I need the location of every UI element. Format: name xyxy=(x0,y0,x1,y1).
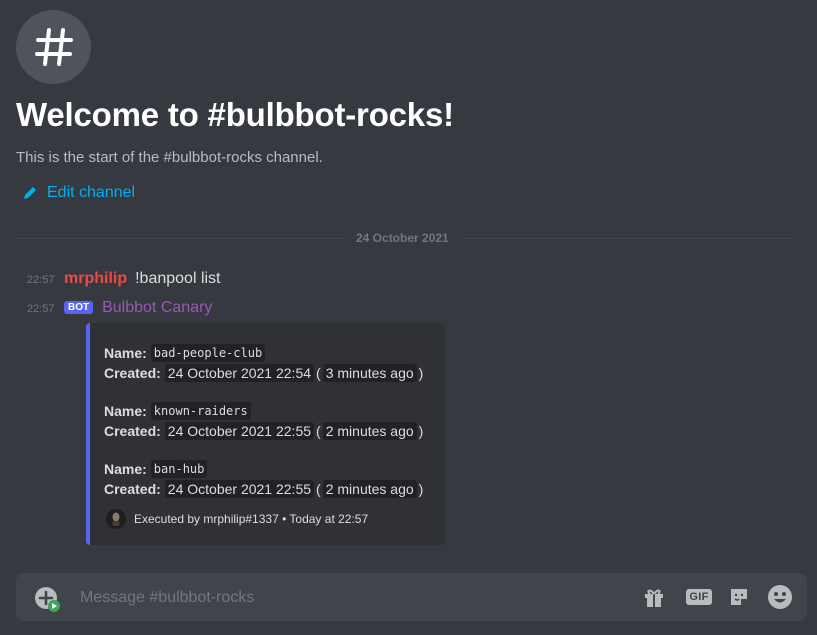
bot-badge: BOT xyxy=(64,301,94,314)
banpool-entry: Name: known-raiders Created: 24 October … xyxy=(104,402,424,440)
banpool-entry: Name: ban-hub Created: 24 October 2021 2… xyxy=(104,460,424,498)
created-label: Created: xyxy=(104,423,161,439)
gif-icon: GIF xyxy=(686,589,712,605)
created-date[interactable]: 24 October 2021 22:55 xyxy=(164,422,315,440)
created-relative: 3 minutes ago xyxy=(322,364,417,382)
message-row: 22:57 mrphilip !banpool list xyxy=(27,270,221,288)
message-author[interactable]: mrphilip xyxy=(64,270,127,288)
user-avatar-icon xyxy=(112,512,120,526)
pencil-icon xyxy=(24,187,36,199)
executor-avatar xyxy=(106,509,126,529)
banpool-name: known-raiders xyxy=(150,402,251,420)
name-label: Name: xyxy=(104,403,147,419)
gift-icon xyxy=(645,589,663,607)
created-label: Created: xyxy=(104,365,161,381)
emoji-button[interactable] xyxy=(766,583,794,611)
embed-footer: Executed by mrphilip#1337 • Today at 22:… xyxy=(106,509,368,529)
message-timestamp[interactable]: 22:57 xyxy=(27,274,64,286)
emoji-icon xyxy=(768,585,792,609)
hashtag-icon xyxy=(34,28,73,66)
edit-channel-label: Edit channel xyxy=(47,184,136,201)
add-attachment-icon xyxy=(35,587,60,612)
created-date[interactable]: 24 October 2021 22:55 xyxy=(164,480,315,498)
gift-button[interactable] xyxy=(640,583,668,611)
welcome-title: Welcome to #bulbbot-rocks! xyxy=(16,96,454,133)
banpool-entry: Name: bad-people-club Created: 24 Octobe… xyxy=(104,344,424,382)
sticker-icon xyxy=(731,589,747,605)
gif-button[interactable]: GIF xyxy=(684,583,714,611)
created-relative: 2 minutes ago xyxy=(322,480,417,498)
name-label: Name: xyxy=(104,345,147,361)
created-label: Created: xyxy=(104,481,161,497)
message-timestamp[interactable]: 22:57 xyxy=(27,303,64,315)
sticker-button[interactable] xyxy=(725,583,753,611)
banpool-name: ban-hub xyxy=(150,460,208,478)
message-author[interactable]: Bulbbot Canary xyxy=(102,299,212,317)
name-label: Name: xyxy=(104,461,147,477)
message-input[interactable] xyxy=(78,586,602,610)
channel-hash-avatar xyxy=(16,10,91,84)
add-attachment-button[interactable] xyxy=(34,586,60,612)
date-divider: 24 October 2021 xyxy=(344,231,461,245)
bot-message-row: 22:57 BOT Bulbbot Canary xyxy=(27,299,212,317)
message-composer: GIF xyxy=(16,573,807,621)
edit-channel-link[interactable]: Edit channel xyxy=(22,184,135,202)
created-date[interactable]: 24 October 2021 22:54 xyxy=(164,364,315,382)
bot-embed: Name: bad-people-club Created: 24 Octobe… xyxy=(86,323,445,545)
embed-footer-text: Executed by mrphilip#1337 • Today at 22:… xyxy=(134,512,369,526)
message-text: !banpool list xyxy=(135,270,221,287)
welcome-subtitle: This is the start of the #bulbbot-rocks … xyxy=(16,149,323,166)
banpool-name: bad-people-club xyxy=(150,344,266,362)
created-relative: 2 minutes ago xyxy=(322,422,417,440)
